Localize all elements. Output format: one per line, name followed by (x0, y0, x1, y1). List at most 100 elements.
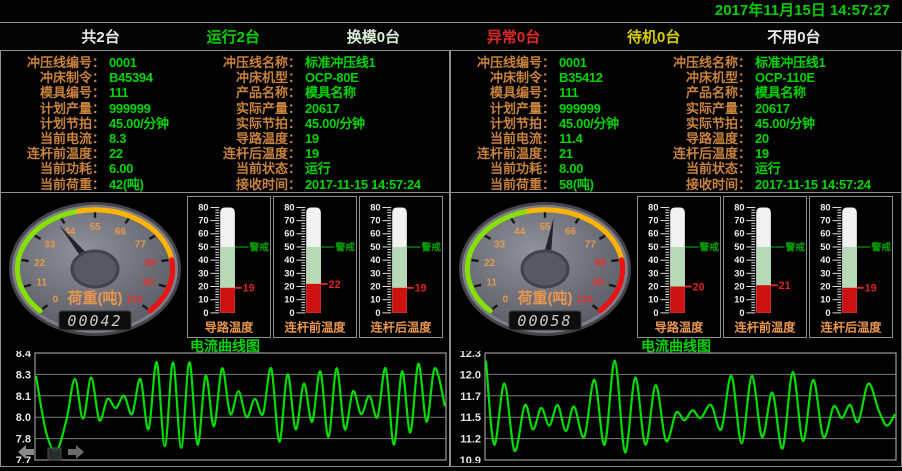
thermo-tick-label: 70 (370, 216, 380, 226)
info-row: 计划产量：999999 (451, 101, 663, 116)
gauge-tick-label: 99 (593, 278, 605, 289)
thermometer: 01020304050607080警戒22连杆前温度 (273, 196, 357, 338)
thermo-tick-label: 70 (734, 216, 744, 226)
info-row: 当前状态：运行 (205, 161, 449, 176)
panels-container: 冲压线编号：0001冲床制令：B45394模具编号：111计划产量：999999… (0, 51, 902, 467)
gauge-label: 荷重(吨) (518, 289, 573, 307)
top-bar: 2017年11月15日 14:57:27 (0, 0, 902, 22)
info-row: 连杆前温度：22 (1, 146, 213, 161)
info-value: 19 (305, 146, 319, 161)
thermo-value: 19 (243, 283, 255, 295)
chart-y-tick-label: 8.4 (16, 351, 32, 360)
warn-label: 警戒 (249, 240, 270, 253)
gauge-tick-label: 33 (44, 239, 56, 250)
info-row: 连杆后温度：19 (205, 146, 449, 161)
gauge-tick-label: 88 (145, 258, 157, 269)
press-line-panel-2: 冲压线编号：0001冲床制令：B35412模具编号：111计划产量：999999… (451, 51, 901, 466)
info-row: 模具编号：111 (451, 85, 663, 100)
info-row: 计划节拍：45.00/分钟 (1, 116, 213, 131)
info-row: 冲压线名称：标准冲压线1 (205, 55, 449, 70)
info-value: 标准冲压线1 (755, 55, 825, 70)
info-column-left: 冲压线编号：0001冲床制令：B35412模具编号：111计划产量：999999… (451, 55, 663, 192)
info-label: 当前功耗： (1, 161, 105, 176)
info-row: 冲压线名称：标准冲压线1 (655, 55, 899, 70)
thermo-tick-label: 10 (370, 295, 380, 305)
thermo-tick-label: 20 (648, 281, 658, 291)
thermo-tick-label: 60 (734, 229, 744, 239)
info-row: 实际产量：20617 (205, 101, 449, 116)
info-value: 8.00 (559, 161, 583, 176)
thermo-value: 21 (779, 280, 791, 292)
gauge-tick-label: 77 (585, 239, 597, 250)
thermo-tick-label: 50 (370, 242, 380, 252)
thermo-tick-label: 10 (284, 295, 294, 305)
thermo-tick-label: 80 (198, 202, 208, 212)
thermo-tick-label: 60 (370, 229, 380, 239)
gauge-tick-label: 0 (53, 295, 59, 306)
info-row: 当前荷重：42(吨) (1, 177, 213, 192)
thermo-tick-label: 10 (820, 295, 830, 305)
thermo-tick-label: 50 (734, 242, 744, 252)
info-row: 连杆前温度：21 (451, 146, 663, 161)
info-label: 当前电流： (1, 131, 105, 146)
gauge-section: 0112233445566778899110荷重(吨)0004201020304… (1, 195, 449, 339)
thermo-tick-label: 30 (820, 268, 830, 278)
info-section: 冲压线编号：0001冲床制令：B45394模具编号：111计划产量：999999… (1, 51, 449, 193)
nav-forward-icon[interactable] (68, 445, 84, 459)
info-row: 当前功耗： 6.00 (1, 161, 213, 176)
info-row: 导路温度：19 (205, 131, 449, 146)
gauge-tick-label: 22 (34, 258, 46, 269)
thermo-tick-label: 20 (370, 281, 380, 291)
nav-back-icon[interactable] (18, 445, 34, 459)
thermo-tick-label: 0 (289, 308, 294, 318)
thermo-tick-label: 80 (370, 202, 380, 212)
thermometer: 01020304050607080警戒19连杆后温度 (809, 196, 893, 338)
info-label: 当前电流： (451, 131, 555, 146)
info-label: 模具编号： (451, 85, 555, 100)
info-label: 连杆前温度： (451, 146, 555, 161)
info-row: 冲床制令：B45394 (1, 70, 213, 85)
thermo-label: 连杆前温度 (285, 319, 347, 334)
thermo-tick-label: 20 (820, 281, 830, 291)
info-value: 2017-11-15 14:57:24 (755, 177, 871, 192)
thermo-tick-label: 0 (203, 308, 208, 318)
info-value: 45.00/分钟 (559, 116, 619, 131)
info-value: 45.00/分钟 (109, 116, 169, 131)
status-item: 不用0台 (767, 26, 820, 47)
thermo-tick-label: 30 (370, 268, 380, 278)
thermometer: 01020304050607080警戒21连杆前温度 (723, 196, 807, 338)
info-value: OCP-80E (305, 70, 359, 85)
nav-square-icon[interactable] (48, 448, 61, 460)
info-value: 6.00 (109, 161, 133, 176)
thermo-value: 19 (865, 283, 877, 295)
thermo-tick-label: 40 (284, 255, 294, 265)
info-label: 导路温度： (205, 131, 301, 146)
info-label: 实际产量： (205, 101, 301, 116)
status-item: 运行2台 (207, 26, 260, 47)
thermo-value: 19 (415, 283, 427, 295)
thermo-tick-label: 60 (648, 229, 658, 239)
status-item: 换模0台 (347, 26, 400, 47)
thermo-tick-label: 50 (198, 242, 208, 252)
warn-label: 警戒 (699, 240, 720, 253)
info-row: 计划节拍：45.00/分钟 (451, 116, 663, 131)
warn-label: 警戒 (785, 240, 806, 253)
thermo-tick-label: 10 (734, 295, 744, 305)
info-row: 实际节拍：45.00/分钟 (205, 116, 449, 131)
thermo-label: 连杆前温度 (735, 319, 797, 334)
gauge-tick-label: 55 (89, 222, 101, 233)
thermo-value: 22 (329, 279, 341, 291)
info-value: 标准冲压线1 (305, 55, 375, 70)
info-label: 冲压线编号： (451, 55, 555, 70)
warn-label: 警戒 (335, 240, 356, 253)
info-label: 连杆前温度： (1, 146, 105, 161)
gauge-section: 0112233445566778899110荷重(吨)0005801020304… (451, 195, 901, 339)
thermo-label: 连杆后温度 (371, 319, 433, 334)
info-value: 20 (755, 131, 769, 146)
thermo-tick-label: 10 (648, 295, 658, 305)
thermo-label: 导路温度 (655, 319, 705, 334)
info-row: 接收时间：2017-11-15 14:57:24 (205, 177, 449, 192)
info-value: B35412 (559, 70, 603, 85)
datetime-display: 2017年11月15日 14:57:27 (715, 2, 890, 19)
thermo-tick-label: 20 (734, 281, 744, 291)
